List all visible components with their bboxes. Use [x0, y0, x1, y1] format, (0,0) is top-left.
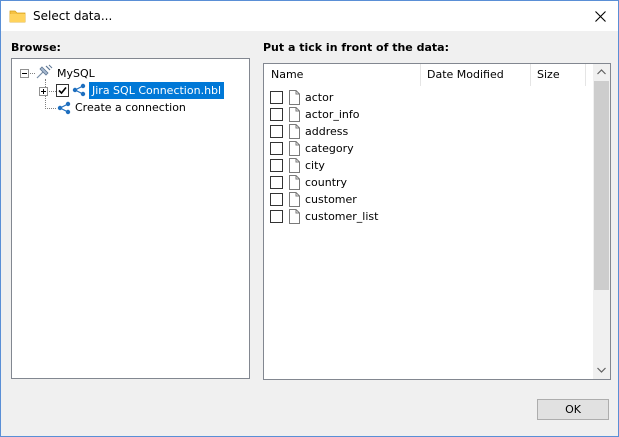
row-checkbox[interactable] — [270, 210, 283, 223]
file-icon — [289, 175, 300, 190]
data-list[interactable]: Name Date Modified Size actor actor_infoa… — [263, 63, 611, 380]
file-icon — [289, 107, 300, 122]
row-name: country — [305, 176, 348, 189]
list-item[interactable]: category — [270, 140, 354, 157]
scroll-up-icon[interactable] — [597, 69, 606, 75]
row-checkbox[interactable] — [270, 125, 283, 138]
list-item[interactable]: address — [270, 123, 348, 140]
tree-node-create-connection[interactable]: Create a connection — [75, 99, 186, 116]
row-checkbox[interactable] — [270, 108, 283, 121]
column-header-name[interactable]: Name — [264, 64, 420, 86]
row-name: category — [305, 142, 354, 155]
row-name: customer_list — [305, 210, 379, 223]
tree-node-jira-connection[interactable]: Jira SQL Connection.hbl — [89, 82, 225, 99]
list-item[interactable]: country — [270, 174, 347, 191]
title-bar: Select data... — [1, 1, 618, 31]
row-checkbox[interactable] — [270, 176, 283, 189]
list-item[interactable]: customer — [270, 191, 357, 208]
column-separator[interactable] — [585, 64, 586, 86]
share-icon — [57, 101, 71, 115]
browse-label: Browse: — [11, 41, 61, 54]
close-icon — [594, 10, 606, 22]
list-item[interactable]: customer_list — [270, 208, 378, 225]
checkmark-icon — [58, 86, 67, 95]
file-icon — [289, 124, 300, 139]
share-icon — [72, 83, 86, 97]
close-button[interactable] — [582, 1, 618, 31]
row-checkbox[interactable] — [270, 193, 283, 206]
scroll-down-icon[interactable] — [597, 367, 606, 373]
row-name: actor_info — [305, 108, 360, 121]
file-icon — [289, 158, 300, 173]
row-checkbox[interactable] — [270, 91, 283, 104]
row-name: customer — [305, 193, 357, 206]
select-data-dialog: Select data... Browse: MySQL Jira SQL Co… — [0, 0, 619, 437]
connection-checkbox[interactable] — [56, 84, 69, 97]
file-icon — [289, 90, 300, 105]
tree-line — [45, 108, 56, 109]
tree-collapse-toggle[interactable] — [20, 69, 29, 78]
database-plug-icon — [36, 64, 53, 79]
row-checkbox[interactable] — [270, 159, 283, 172]
list-item[interactable]: actor_info — [270, 106, 359, 123]
column-header-date-modified[interactable]: Date Modified — [420, 64, 530, 86]
list-item[interactable]: actor — [270, 89, 333, 106]
data-label: Put a tick in front of the data: — [263, 41, 449, 54]
file-icon — [289, 192, 300, 207]
tree-expand-toggle[interactable] — [39, 87, 48, 96]
folder-icon — [9, 10, 26, 23]
scroll-thumb[interactable] — [594, 81, 609, 290]
list-item[interactable]: city — [270, 157, 325, 174]
ok-button[interactable]: OK — [537, 399, 609, 420]
file-icon — [289, 141, 300, 156]
browse-tree[interactable]: MySQL Jira SQL Connection.hbl Create a c… — [11, 58, 250, 379]
row-checkbox[interactable] — [270, 142, 283, 155]
column-header-size[interactable]: Size — [530, 64, 585, 86]
row-name: actor — [305, 91, 334, 104]
row-name: city — [305, 159, 325, 172]
vertical-scrollbar[interactable] — [593, 64, 610, 379]
window-title: Select data... — [33, 9, 113, 23]
file-icon — [289, 209, 300, 224]
row-name: address — [305, 125, 349, 138]
tree-node-mysql[interactable]: MySQL — [57, 65, 95, 82]
